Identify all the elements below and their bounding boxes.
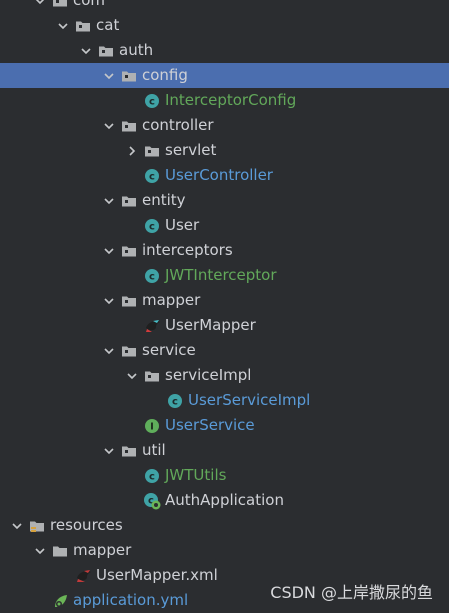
package-folder-icon <box>75 13 91 38</box>
tree-item-label: InterceptorConfig <box>165 91 297 109</box>
package-folder-icon <box>121 113 137 138</box>
tree-item-label: User <box>165 216 200 234</box>
chevron-down-icon[interactable] <box>103 63 115 88</box>
watermark-text: CSDN @上岸撒尿的鱼 <box>270 583 433 602</box>
tree-row-controller[interactable]: controller <box>0 113 449 138</box>
package-folder-icon <box>98 38 114 63</box>
tree-item-label: JWTInterceptor <box>165 266 277 284</box>
tree-item-label: auth <box>119 41 154 59</box>
tree-item-label: controller <box>142 116 214 134</box>
class-icon: c <box>144 263 160 288</box>
tree-item-label: interceptors <box>142 241 233 259</box>
tree-row-resources[interactable]: resources <box>0 513 449 538</box>
tree-item-label: application.yml <box>73 591 189 609</box>
class-icon: c <box>144 463 160 488</box>
tree-row-service[interactable]: service <box>0 338 449 363</box>
class-icon: c <box>144 213 160 238</box>
tree-item-label: mapper <box>142 291 201 309</box>
tree-item-label: serviceImpl <box>165 366 252 384</box>
package-folder-icon <box>121 438 137 463</box>
svg-text:c: c <box>149 271 155 282</box>
tree-row-entity[interactable]: entity <box>0 188 449 213</box>
package-folder-icon <box>144 138 160 163</box>
package-folder-icon <box>121 288 137 313</box>
tree-item-label: JWTUtils <box>165 466 227 484</box>
tree-row-jwtutils[interactable]: c JWTUtils <box>0 463 449 488</box>
svg-text:c: c <box>149 171 155 182</box>
package-folder-icon <box>121 238 137 263</box>
tree-item-label: servlet <box>165 141 217 159</box>
svg-text:c: c <box>172 396 178 407</box>
class-icon: c <box>144 163 160 188</box>
tree-row-usercontroller[interactable]: c UserController <box>0 163 449 188</box>
chevron-down-icon[interactable] <box>80 38 92 63</box>
tree-row-user[interactable]: c User <box>0 213 449 238</box>
tree-item-label: entity <box>142 191 186 209</box>
tree-row-servlet[interactable]: servlet <box>0 138 449 163</box>
tree-item-label: AuthApplication <box>165 491 284 509</box>
tree-row-util[interactable]: util <box>0 438 449 463</box>
tree-row-usermapper[interactable]: UserMapper <box>0 313 449 338</box>
tree-item-label: UserMapper.xml <box>96 566 218 584</box>
tree-item-label: service <box>142 341 196 359</box>
tree-item-label: UserService <box>165 416 255 434</box>
tree-item-label: UserMapper <box>165 316 256 334</box>
chevron-down-icon[interactable] <box>103 338 115 363</box>
class-icon: c <box>167 388 183 413</box>
tree-row-config[interactable]: config <box>0 63 449 88</box>
tree-row-interceptorconfig[interactable]: c InterceptorConfig <box>0 88 449 113</box>
tree-row-serviceimpl[interactable]: serviceImpl <box>0 363 449 388</box>
svg-text:I: I <box>150 421 154 432</box>
chevron-down-icon[interactable] <box>11 513 23 538</box>
folder-icon <box>52 538 68 563</box>
chevron-down-icon[interactable] <box>126 363 138 388</box>
tree-item-label: UserServiceImpl <box>188 391 311 409</box>
svg-text:c: c <box>149 221 155 232</box>
chevron-down-icon[interactable] <box>103 113 115 138</box>
tree-item-label: UserController <box>165 166 273 184</box>
tree-row-userservice[interactable]: I UserService <box>0 413 449 438</box>
mybatis-xml-icon <box>75 563 93 588</box>
tree-row-auth[interactable]: auth <box>0 38 449 63</box>
svg-text:c: c <box>149 471 155 482</box>
chevron-down-icon[interactable] <box>57 13 69 38</box>
spring-yml-icon <box>52 588 70 613</box>
chevron-down-icon[interactable] <box>103 188 115 213</box>
package-folder-icon <box>121 338 137 363</box>
tree-item-label: cat <box>96 16 120 34</box>
package-folder-icon <box>121 188 137 213</box>
chevron-down-icon[interactable] <box>34 0 46 13</box>
package-folder-icon <box>121 63 137 88</box>
chevron-right-icon[interactable] <box>126 138 138 163</box>
tree-row-mapper[interactable]: mapper <box>0 538 449 563</box>
resources-folder-icon <box>29 513 45 538</box>
tree-row-jwtinterceptor[interactable]: c JWTInterceptor <box>0 263 449 288</box>
tree-row-authapplication[interactable]: c AuthApplication <box>0 488 449 513</box>
chevron-down-icon[interactable] <box>34 538 46 563</box>
tree-item-label: com <box>73 0 106 9</box>
tree-item-label: mapper <box>73 541 132 559</box>
chevron-down-icon[interactable] <box>103 238 115 263</box>
interface-icon: I <box>144 413 160 438</box>
tree-item-label: resources <box>50 516 123 534</box>
package-folder-icon <box>52 0 68 13</box>
tree-row-interceptors[interactable]: interceptors <box>0 238 449 263</box>
tree-row-cat[interactable]: cat <box>0 13 449 38</box>
chevron-down-icon[interactable] <box>103 288 115 313</box>
tree-row-mapper[interactable]: mapper <box>0 288 449 313</box>
tree-row-userserviceimpl[interactable]: c UserServiceImpl <box>0 388 449 413</box>
package-folder-icon <box>144 363 160 388</box>
class-icon: c <box>144 88 160 113</box>
mybatis-mapper-icon <box>144 313 162 338</box>
tree-item-label: util <box>142 441 166 459</box>
chevron-down-icon[interactable] <box>103 438 115 463</box>
tree-item-label: config <box>142 66 188 84</box>
tree-row-com[interactable]: com <box>0 0 449 13</box>
spring-boot-class-icon: c <box>143 488 161 513</box>
svg-text:c: c <box>149 96 155 107</box>
